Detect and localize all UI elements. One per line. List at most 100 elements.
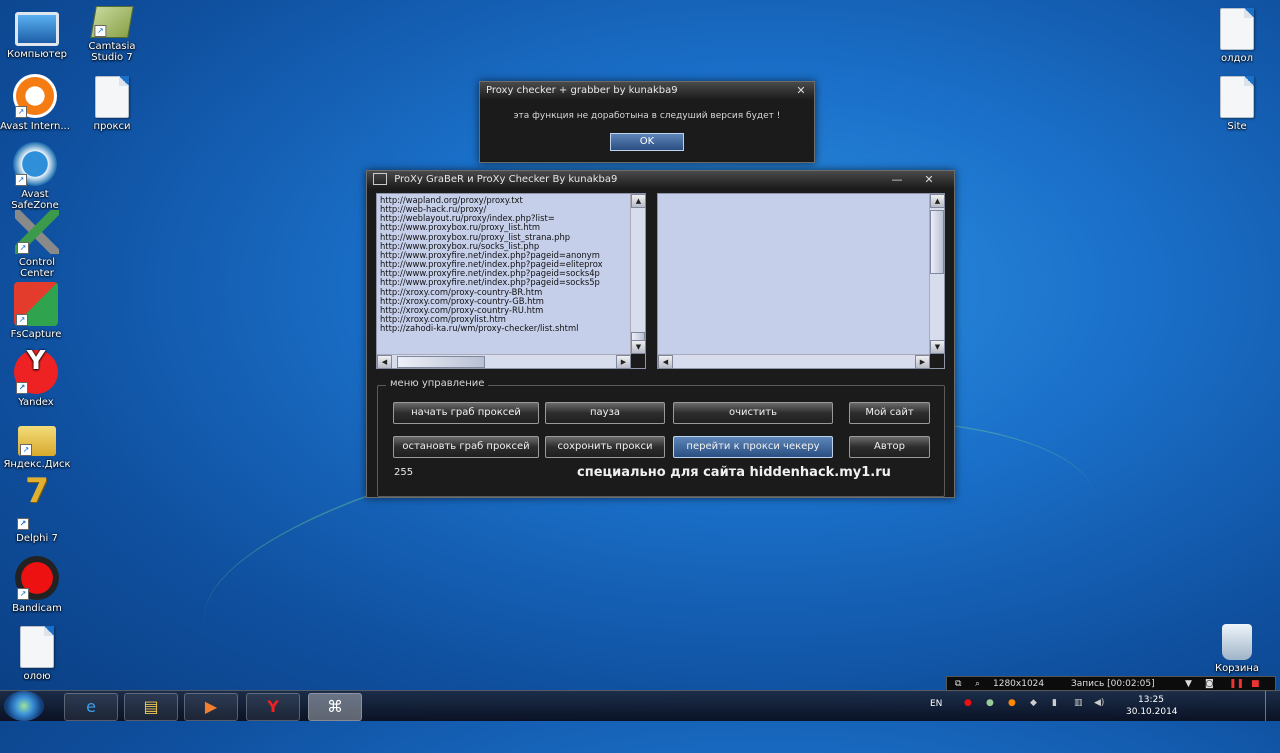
yandex-browser-icon[interactable]: Y [246, 693, 300, 721]
scroll-left-icon[interactable]: ◀ [658, 355, 673, 369]
ok-button[interactable]: OK [610, 133, 684, 151]
desktop-icon-control-center[interactable]: ↗ Control Center [2, 210, 72, 279]
desktop-icon-label: Delphi 7 [16, 533, 58, 544]
message-box-titlebar[interactable]: Proxy checker + grabber by kunakba9 ✕ [480, 82, 814, 100]
scroll-up-icon[interactable]: ▲ [930, 194, 945, 208]
author-button[interactable]: Автор [849, 436, 930, 458]
start-grab-button[interactable]: начать граб проксей [393, 402, 539, 424]
desktop-icon-oloyu[interactable]: олою [2, 626, 72, 682]
go-to-checker-button[interactable]: перейти к прокси чекеру [673, 436, 833, 458]
desktop-icon-oldol[interactable]: олдол [1202, 8, 1272, 64]
vertical-scrollbar[interactable]: ▲ ▼ [630, 194, 646, 354]
scroll-up-icon[interactable]: ▲ [631, 194, 646, 208]
stop-icon[interactable]: ■ [1251, 677, 1260, 691]
desktop-icon-label: прокси [93, 121, 131, 132]
promo-text: специально для сайта hiddenhack.my1.ru [577, 465, 891, 480]
yandex-disk-icon: ↗ [18, 426, 56, 456]
pause-icon[interactable]: ❚❚ [1229, 677, 1244, 691]
desktop-icon-label: олою [23, 671, 51, 682]
camtasia-icon: ↗ [90, 6, 134, 38]
computer-icon [15, 12, 59, 46]
horizontal-scrollbar[interactable]: ◀ ▶ [377, 354, 631, 369]
bandicam-tray-icon[interactable]: ● [964, 698, 972, 708]
avast-icon: ↗ [13, 74, 57, 118]
volume-icon[interactable]: ◀) [1094, 698, 1104, 708]
proxy-grabber-task-icon[interactable]: ⌘ [308, 693, 362, 721]
close-icon[interactable]: ✕ [918, 171, 940, 189]
desktop-icon-label: Site [1227, 121, 1247, 132]
desktop-icon-bandicam[interactable]: ↗ Bandicam [2, 556, 72, 614]
media-player-icon[interactable]: ▶ [184, 693, 238, 721]
desktop-icon-label: Компьютер [7, 49, 67, 60]
bandicam-icon: ↗ [15, 556, 59, 600]
delphi-icon: 7 ↗ [15, 474, 59, 530]
desktop-icon-fscapture[interactable]: ↗ FsCapture [1, 282, 71, 340]
tray-app-icon[interactable]: ◆ [1030, 698, 1037, 708]
vertical-scrollbar[interactable]: ▲ ▼ [929, 194, 945, 354]
proxy-source-text[interactable]: http://wapland.org/proxy/proxy.txt http:/… [380, 196, 624, 340]
scroll-right-icon[interactable]: ▶ [915, 355, 930, 369]
list-item[interactable]: http://zahodi-ka.ru/wm/proxy-checker/lis… [380, 324, 624, 333]
desktop-icon-avast-safezone[interactable]: ↗ Avast SafeZone [0, 142, 70, 211]
scroll-down-icon[interactable]: ▼ [930, 340, 945, 354]
message-box: Proxy checker + grabber by kunakba9 ✕ эт… [479, 81, 815, 163]
desktop-icon-proxy[interactable]: прокси [77, 76, 147, 132]
app-titlebar[interactable]: ProXy GraBeR и ProXy Checker By kunakba9… [367, 171, 954, 189]
tray-app-icon[interactable]: ▮ [1052, 698, 1057, 708]
desktop-icon-label: Яндекс.Диск [3, 459, 71, 470]
scroll-corner [930, 354, 944, 368]
desktop-icon-delphi[interactable]: 7 ↗ Delphi 7 [2, 474, 72, 544]
app-logo-icon [373, 173, 387, 185]
desktop-icon-site[interactable]: Site [1202, 76, 1272, 132]
clock-date[interactable]: 30.10.2014 [1126, 707, 1178, 717]
proxy-result-list[interactable]: ▲ ▼ ◀ ▶ [657, 193, 945, 369]
desktop-icon-label: Yandex [18, 397, 54, 408]
tray-app-icon[interactable]: ● [986, 698, 994, 708]
desktop-icon-label: Avast Intern... [0, 121, 70, 132]
desktop-icon-label: Bandicam [12, 603, 62, 614]
close-icon[interactable]: ✕ [790, 82, 812, 100]
proxy-source-list[interactable]: http://wapland.org/proxy/proxy.txt http:/… [376, 193, 646, 369]
start-button[interactable] [4, 691, 44, 721]
horizontal-scrollbar[interactable]: ◀ ▶ [658, 354, 930, 369]
desktop-icon-recycle-bin[interactable]: Корзина [1202, 624, 1272, 674]
window-mode-icon[interactable]: ⧉ [955, 677, 961, 691]
save-proxy-button[interactable]: сохронить прокси [545, 436, 665, 458]
avast-safezone-icon: ↗ [13, 142, 57, 186]
internet-explorer-icon[interactable]: e [64, 693, 118, 721]
scroll-right-icon[interactable]: ▶ [616, 355, 631, 369]
search-icon[interactable]: ⌕ [975, 677, 980, 691]
desktop-icon-avast[interactable]: ↗ Avast Intern... [0, 74, 70, 132]
explorer-folder-icon[interactable]: ▤ [124, 693, 178, 721]
tray-app-icon[interactable]: ● [1008, 698, 1016, 708]
fscapture-icon: ↗ [14, 282, 58, 326]
chevron-down-icon[interactable]: ▼ [1185, 677, 1192, 691]
desktop-icon-computer[interactable]: Компьютер [2, 6, 72, 60]
file-icon [95, 76, 129, 118]
network-icon[interactable]: ▥ [1074, 698, 1083, 708]
stop-grab-button[interactable]: остановть граб проксей [393, 436, 539, 458]
scroll-thumb[interactable] [397, 356, 485, 368]
camera-icon[interactable]: ◙ [1205, 677, 1214, 691]
message-box-title: Proxy checker + grabber by kunakba9 [486, 85, 678, 96]
desktop-icon-camtasia[interactable]: ↗ Camtasia Studio 7 [77, 6, 147, 63]
minimize-icon[interactable]: — [886, 171, 908, 189]
language-indicator[interactable]: EN [930, 699, 942, 709]
desktop-icon-label: Control Center [18, 257, 56, 279]
clear-button[interactable]: очистить [673, 402, 833, 424]
desktop-icon-yandex[interactable]: Y ↗ Yandex [1, 348, 71, 408]
desktop-icon-yandex-disk[interactable]: ↗ Яндекс.Диск [2, 418, 72, 470]
scroll-thumb[interactable] [930, 210, 944, 274]
desktop-icon-label: Avast SafeZone [11, 189, 59, 211]
my-site-button[interactable]: Мой сайт [849, 402, 930, 424]
file-icon [1220, 8, 1254, 50]
recycle-bin-icon [1222, 624, 1252, 660]
pause-button[interactable]: пауза [545, 402, 665, 424]
proxy-count: 255 [394, 467, 414, 478]
scroll-left-icon[interactable]: ◀ [377, 355, 392, 369]
clock-time[interactable]: 13:25 [1138, 695, 1164, 705]
show-desktop-button[interactable] [1265, 691, 1280, 721]
scroll-corner [631, 354, 645, 368]
file-icon [20, 626, 54, 668]
scroll-down-icon[interactable]: ▼ [631, 340, 646, 354]
